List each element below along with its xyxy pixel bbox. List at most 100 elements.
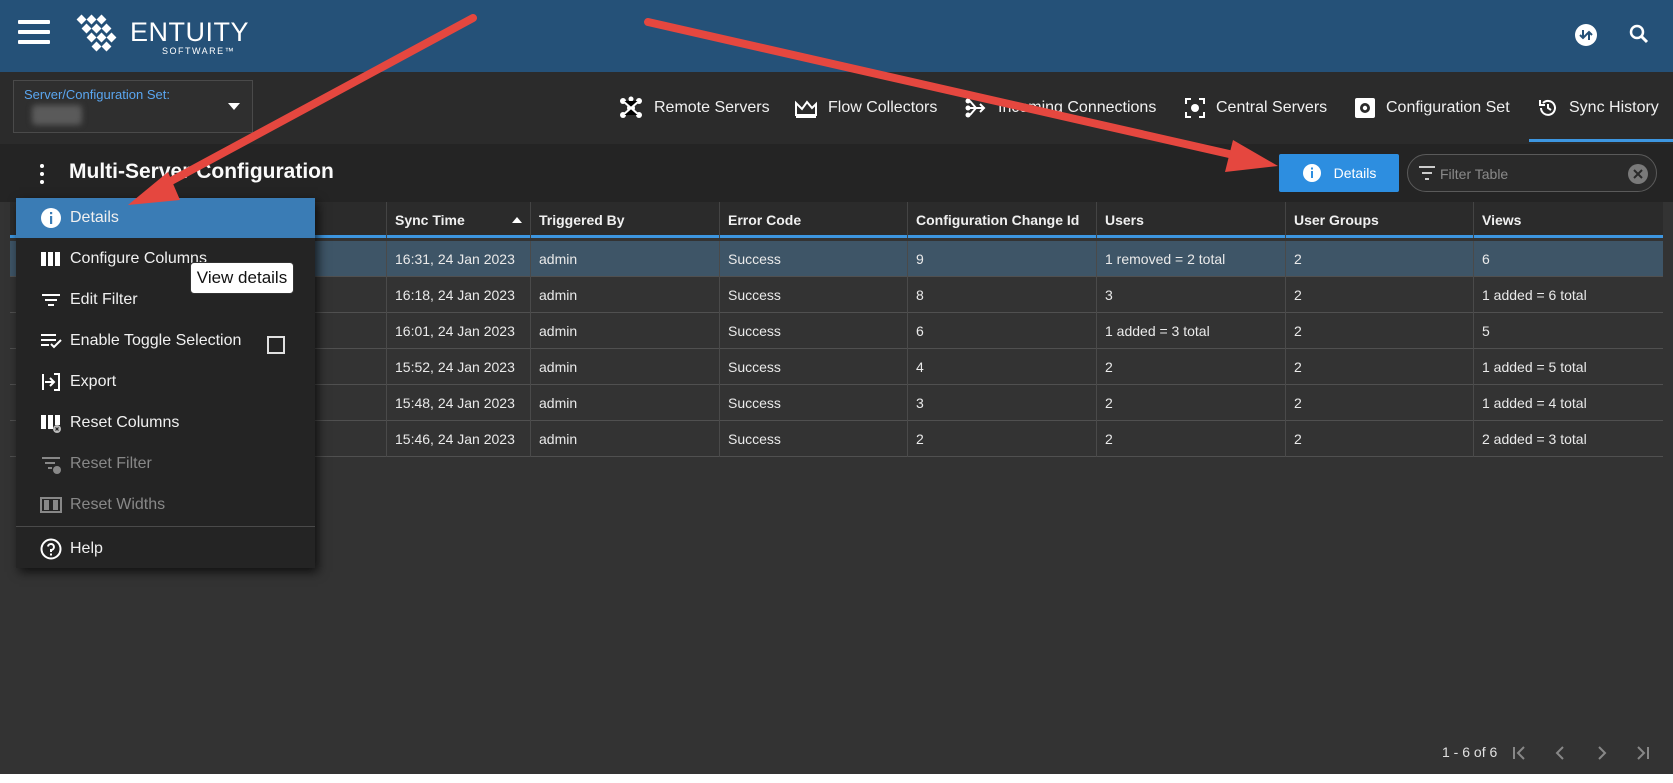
cell-users: 2	[1097, 349, 1286, 385]
column-header-triggered-by[interactable]: Triggered By	[531, 202, 720, 238]
column-header-views[interactable]: Views	[1474, 202, 1663, 238]
filter-icon	[42, 294, 60, 306]
window-bottom-edge	[0, 774, 1673, 783]
tab-label: Remote Servers	[654, 99, 770, 116]
tab-sync-history[interactable]: Sync History	[1537, 94, 1659, 122]
column-header-error-code[interactable]: Error Code	[720, 202, 908, 238]
tab-label: Incoming Connections	[998, 99, 1157, 116]
cell-user-groups: 2	[1286, 277, 1474, 313]
export-icon	[42, 373, 60, 391]
cell-error-code: Success	[720, 277, 908, 313]
help-icon	[40, 538, 62, 560]
cell-user-groups: 2	[1286, 385, 1474, 421]
reset-widths-icon	[40, 497, 62, 513]
hamburger-menu-icon[interactable]	[18, 20, 50, 46]
sync-history-icon	[1539, 99, 1556, 116]
incoming-connections-icon	[965, 98, 986, 118]
menu-item-reset-filter[interactable]: Reset Filter	[16, 444, 315, 484]
cell-configuration-change-id: 9	[908, 241, 1097, 277]
column-header-users[interactable]: Users	[1097, 202, 1286, 238]
menu-item-details[interactable]: Details	[16, 198, 315, 238]
cell-error-code: Success	[720, 421, 908, 457]
reset-columns-icon	[41, 415, 61, 433]
tab-label: Central Servers	[1216, 99, 1328, 116]
filter-icon	[1419, 166, 1435, 180]
cell-sync-time: 16:31, 24 Jan 2023	[387, 241, 531, 277]
cell-sync-time: 15:46, 24 Jan 2023	[387, 421, 531, 457]
details-button-label: Details	[1333, 165, 1377, 181]
tab-configuration-set[interactable]: Configuration Set	[1354, 94, 1510, 122]
menu-item-reset-columns[interactable]: Reset Columns	[16, 403, 315, 443]
last-page-icon[interactable]	[1632, 742, 1654, 764]
cell-error-code: Success	[720, 349, 908, 385]
column-header-user-groups[interactable]: User Groups	[1286, 202, 1474, 238]
reset-filter-icon	[42, 457, 61, 474]
column-header-configuration-change-id[interactable]: Configuration Change Id	[908, 202, 1097, 238]
cell-configuration-change-id: 4	[908, 349, 1097, 385]
filter-table-input[interactable]	[1440, 164, 1620, 184]
cell-triggered-by: admin	[531, 313, 720, 349]
cell-user-groups: 2	[1286, 349, 1474, 385]
flow-collectors-icon	[795, 100, 817, 118]
cell-user-groups: 2	[1286, 241, 1474, 277]
tab-flow-collectors[interactable]: Flow Collectors	[794, 94, 937, 122]
cell-users: 3	[1097, 277, 1286, 313]
logo-text: ENTUITY	[130, 17, 250, 47]
info-icon	[1302, 164, 1321, 182]
cell-configuration-change-id: 6	[908, 313, 1097, 349]
menu-item-export[interactable]: Export	[16, 362, 315, 402]
cell-error-code: Success	[720, 313, 908, 349]
cell-triggered-by: admin	[531, 277, 720, 313]
kebab-menu-icon[interactable]	[37, 164, 47, 186]
filter-table-box	[1407, 154, 1657, 192]
active-tab-indicator	[1529, 139, 1673, 142]
first-page-icon[interactable]	[1508, 742, 1530, 764]
menu-divider	[16, 526, 315, 527]
cell-users: 2	[1097, 385, 1286, 421]
previous-page-icon[interactable]	[1549, 742, 1571, 764]
cell-error-code: Success	[720, 241, 908, 277]
cell-triggered-by: admin	[531, 241, 720, 277]
cell-configuration-change-id: 8	[908, 277, 1097, 313]
details-tooltip: View details	[190, 262, 294, 294]
toggle-selection-checkbox[interactable]	[267, 336, 285, 354]
search-icon[interactable]	[1626, 22, 1652, 48]
menu-item-reset-widths[interactable]: Reset Widths	[16, 485, 315, 525]
remote-servers-icon	[620, 96, 642, 118]
top-bar: ENTUITY SOFTWARE™	[0, 0, 1673, 72]
page-title: Multi-Server Configuration	[69, 160, 334, 183]
column-header-sync-time[interactable]: Sync Time	[387, 202, 531, 238]
details-button[interactable]: Details	[1279, 154, 1399, 192]
tab-remote-servers[interactable]: Remote Servers	[618, 94, 770, 122]
tab-central-servers[interactable]: Central Servers	[1184, 94, 1327, 122]
server-select-value-redacted	[32, 105, 82, 125]
tab-incoming-connections[interactable]: Incoming Connections	[964, 94, 1156, 122]
next-page-icon[interactable]	[1591, 742, 1613, 764]
cell-views: 1 added = 4 total	[1482, 395, 1587, 411]
cell-user-groups: 2	[1286, 421, 1474, 457]
configuration-set-icon	[1355, 98, 1375, 118]
central-servers-icon	[1185, 98, 1205, 118]
cell-sync-time: 16:18, 24 Jan 2023	[387, 277, 531, 313]
cell-user-groups: 2	[1286, 313, 1474, 349]
table-actions-menu: Details Configure Columns Edit Filter En…	[16, 198, 315, 568]
tab-label: Flow Collectors	[828, 99, 938, 116]
cell-views: 1 added = 6 total	[1482, 287, 1587, 303]
cell-views: 5	[1482, 323, 1490, 339]
pagination-text: 1 - 6 of 6	[1442, 744, 1498, 760]
cell-error-code: Success	[720, 385, 908, 421]
clear-filter-icon[interactable]	[1628, 164, 1648, 184]
columns-icon	[41, 252, 60, 266]
menu-item-help[interactable]: Help	[16, 529, 315, 569]
cell-configuration-change-id: 3	[908, 385, 1097, 421]
sync-status-icon[interactable]	[1573, 22, 1599, 48]
cell-triggered-by: admin	[531, 421, 720, 457]
entuity-logo: ENTUITY SOFTWARE™	[72, 14, 252, 58]
toggle-selection-icon	[41, 334, 62, 349]
cell-users: 2	[1097, 421, 1286, 457]
server-configuration-select[interactable]: Server/Configuration Set:	[13, 80, 253, 133]
cell-triggered-by: admin	[531, 385, 720, 421]
cell-views: 1 added = 5 total	[1482, 359, 1587, 375]
cell-sync-time: 16:01, 24 Jan 2023	[387, 313, 531, 349]
server-select-label: Server/Configuration Set:	[24, 87, 170, 102]
